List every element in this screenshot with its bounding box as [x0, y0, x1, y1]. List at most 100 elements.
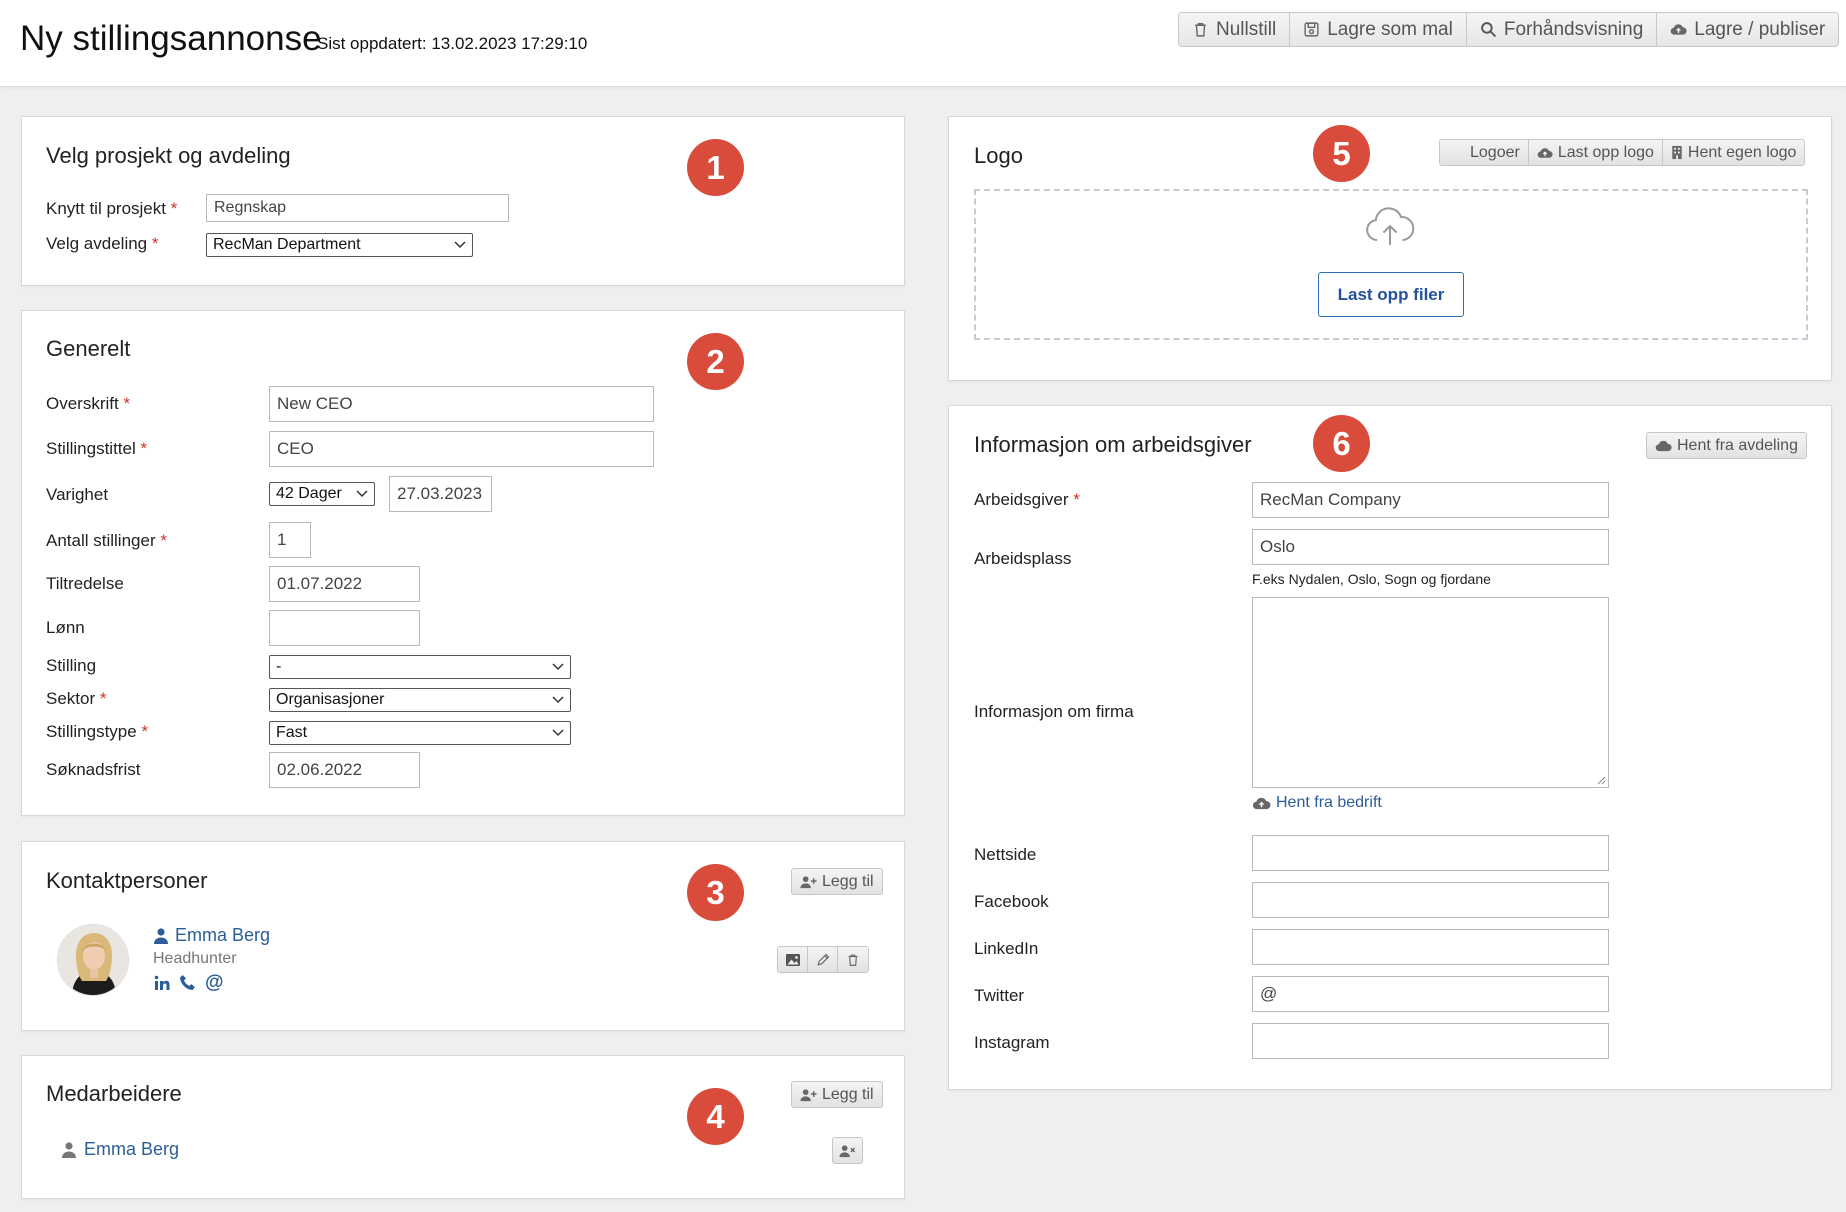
- workplace-hint: F.eks Nydalen, Oslo, Sogn og fjordane: [1252, 571, 1491, 587]
- employer-input[interactable]: RecMan Company: [1252, 482, 1609, 518]
- change-image-button[interactable]: [778, 947, 808, 972]
- company-info-label: Informasjon om firma: [974, 702, 1134, 721]
- salary-input[interactable]: [269, 610, 420, 646]
- deadline-label: Søknadsfrist: [46, 760, 141, 779]
- department-select-value: RecMan Department: [213, 236, 361, 253]
- add-contact-label: Legg til: [822, 872, 874, 890]
- duration-date-input[interactable]: 27.03.2023: [389, 476, 492, 512]
- add-colleague-button[interactable]: Legg til: [791, 1081, 883, 1108]
- logos-label: Logoer: [1470, 143, 1520, 161]
- sector-select[interactable]: Organisasjoner: [269, 688, 571, 712]
- position-select-value: -: [276, 658, 282, 675]
- own-logo-label: Hent egen logo: [1687, 143, 1797, 161]
- user-icon: [62, 1141, 76, 1158]
- positions-label: Antall stillinger *: [46, 531, 167, 550]
- workplace-input[interactable]: Oslo: [1252, 529, 1609, 565]
- upload-logo-label: Last opp logo: [1557, 143, 1654, 161]
- chevron-down-icon: [552, 729, 564, 737]
- publish-label: Lagre / publiser: [1694, 18, 1826, 40]
- instagram-input[interactable]: [1252, 1023, 1609, 1059]
- search-icon: [1481, 22, 1496, 38]
- trash-icon: [848, 954, 858, 966]
- step-badge-2: 2: [687, 333, 744, 390]
- colleague-name[interactable]: Emma Berg: [84, 1139, 179, 1160]
- add-contact-button[interactable]: Legg til: [791, 868, 883, 895]
- resize-grip-icon[interactable]: [1596, 775, 1606, 785]
- delete-contact-button[interactable]: [838, 947, 868, 972]
- step-badge-6: 6: [1313, 415, 1370, 472]
- headline-input[interactable]: New CEO: [269, 386, 654, 422]
- phone-icon[interactable]: [179, 974, 196, 991]
- contacts-card-title: Kontaktpersoner: [46, 868, 208, 893]
- start-label: Tiltredelse: [46, 574, 124, 593]
- cloud-upload-icon: [1537, 147, 1553, 158]
- contact-channels: @: [154, 973, 224, 992]
- last-updated-text: Sist oppdatert: 13.02.2023 17:29:10: [317, 34, 588, 53]
- facebook-input[interactable]: [1252, 882, 1609, 918]
- employer-card-title: Informasjon om arbeidsgiver: [974, 432, 1252, 457]
- save-template-button[interactable]: Lagre som mal: [1290, 13, 1467, 46]
- linkedin-input[interactable]: [1252, 929, 1609, 965]
- job-title-label: Stillingstittel *: [46, 439, 148, 458]
- chevron-down-icon: [356, 490, 368, 498]
- job-type-label: Stillingstype *: [46, 722, 149, 741]
- duration-label: Varighet: [46, 485, 109, 504]
- save-template-label: Lagre som mal: [1327, 18, 1453, 40]
- upload-logo-button[interactable]: Last opp logo: [1528, 140, 1663, 165]
- fetch-from-department-label: Hent fra avdeling: [1677, 436, 1798, 454]
- publish-button[interactable]: Lagre / publiser: [1657, 13, 1839, 46]
- image-icon: [785, 953, 800, 966]
- step-badge-4: 4: [687, 1088, 744, 1145]
- website-label: Nettside: [974, 845, 1037, 864]
- step-badge-3: 3: [687, 864, 744, 921]
- positions-input[interactable]: 1: [269, 522, 311, 558]
- workplace-label: Arbeidsplass: [974, 549, 1072, 568]
- facebook-label: Facebook: [974, 892, 1049, 911]
- job-title-input[interactable]: CEO: [269, 431, 654, 467]
- avatar: [57, 924, 129, 996]
- chevron-down-icon: [454, 241, 466, 249]
- reset-label: Nullstill: [1216, 18, 1277, 40]
- project-input[interactable]: Regnskap: [206, 194, 509, 222]
- colleagues-card: [21, 1055, 905, 1199]
- linkedin-label: LinkedIn: [974, 939, 1039, 958]
- cloud-icon: [1655, 440, 1672, 451]
- add-user-icon: [800, 1088, 817, 1101]
- duration-select[interactable]: 42 Dager: [269, 482, 375, 506]
- step-badge-1: 1: [687, 139, 744, 196]
- edit-contact-button[interactable]: [808, 947, 838, 972]
- add-colleague-label: Legg til: [822, 1085, 874, 1103]
- contact-person-name[interactable]: Emma Berg: [175, 925, 270, 946]
- chevron-down-icon: [552, 663, 564, 671]
- cloud-upload-icon: [1670, 24, 1687, 35]
- contact-person-role: Headhunter: [153, 950, 237, 967]
- headline-label: Overskrift *: [46, 394, 131, 413]
- department-label: Velg avdeling *: [46, 234, 159, 253]
- upload-files-button[interactable]: Last opp filer: [1318, 272, 1464, 317]
- save-icon: [1304, 22, 1319, 37]
- fetch-from-department-button[interactable]: Hent fra avdeling: [1646, 432, 1807, 459]
- email-icon[interactable]: @: [205, 973, 224, 992]
- logos-button[interactable]: Logoer: [1440, 140, 1529, 165]
- remove-colleague-button[interactable]: [832, 1137, 863, 1164]
- fetch-from-company-link[interactable]: Hent fra bedrift: [1252, 794, 1382, 812]
- position-select[interactable]: -: [269, 655, 571, 679]
- website-input[interactable]: [1252, 835, 1609, 871]
- job-type-select[interactable]: Fast: [269, 721, 571, 745]
- general-card-title: Generelt: [46, 336, 131, 361]
- linkedin-icon[interactable]: [154, 975, 170, 991]
- page-title: Ny stillingsannonse: [20, 19, 322, 58]
- reset-button[interactable]: Nullstill: [1179, 13, 1291, 46]
- building-icon: [1672, 145, 1682, 160]
- preview-button[interactable]: Forhåndsvisning: [1466, 13, 1658, 46]
- start-date-input[interactable]: 01.07.2022: [269, 566, 420, 602]
- own-logo-button[interactable]: Hent egen logo: [1662, 140, 1805, 165]
- department-select[interactable]: RecMan Department: [206, 233, 473, 257]
- twitter-label: Twitter: [974, 986, 1025, 1005]
- fetch-from-company-label: Hent fra bedrift: [1276, 794, 1382, 811]
- twitter-input[interactable]: @: [1252, 976, 1609, 1012]
- company-info-textarea[interactable]: [1252, 597, 1609, 788]
- deadline-date-input[interactable]: 02.06.2022: [269, 752, 420, 788]
- top-bar: Ny stillingsannonse Sist oppdatert: 13.0…: [0, 0, 1846, 87]
- pencil-icon: [816, 953, 829, 966]
